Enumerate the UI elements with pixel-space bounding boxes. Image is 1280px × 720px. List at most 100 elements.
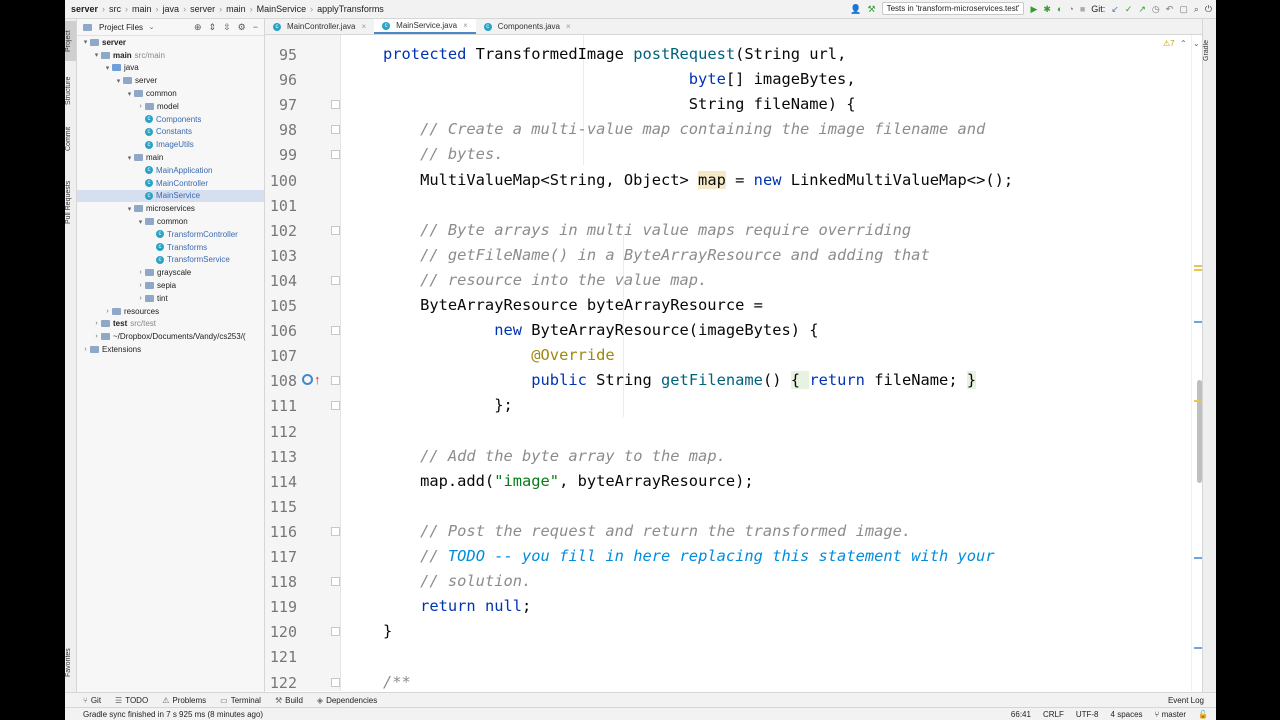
coverage-icon[interactable]: ◐ — [1057, 4, 1062, 14]
commit-check-icon[interactable]: ✓ — [1125, 4, 1133, 14]
line-number[interactable]: 102 — [265, 222, 297, 240]
code-line[interactable]: 97 String fileName) { — [265, 92, 1216, 117]
code-text[interactable]: }; — [383, 396, 513, 414]
rollback-icon[interactable]: ↶ — [1166, 4, 1174, 14]
line-number[interactable]: 96 — [265, 71, 297, 89]
code-line[interactable]: 120} — [265, 619, 1216, 644]
chevron-icon[interactable]: ▾ — [92, 51, 101, 59]
chevron-icon[interactable]: › — [92, 320, 101, 327]
code-line[interactable]: 98 // Create a multi-value map containin… — [265, 117, 1216, 142]
tool-window-button[interactable]: ⚒ Build — [275, 696, 303, 705]
code-line[interactable]: 107 @Override — [265, 343, 1216, 368]
gear-icon[interactable]: ⚙ — [238, 22, 246, 33]
fold-marker-icon[interactable] — [331, 150, 340, 160]
line-number[interactable]: 114 — [265, 473, 297, 491]
code-text[interactable]: // resource into the value map. — [383, 271, 707, 289]
user-icon[interactable]: 👤 — [850, 4, 861, 14]
code-line[interactable]: 108 ↑ public String getFilename() { retur… — [265, 368, 1216, 393]
chevron-icon[interactable]: › — [81, 346, 90, 353]
code-line[interactable]: 118 // solution. — [265, 569, 1216, 594]
tree-item[interactable]: c MainService — [77, 189, 264, 203]
fold-marker-icon[interactable] — [331, 275, 340, 285]
chevron-icon[interactable]: ▾ — [81, 38, 90, 46]
code-line[interactable]: 103 // getFileName() in a ByteArrayResou… — [265, 243, 1216, 268]
fold-marker-icon[interactable] — [331, 225, 340, 235]
tool-project[interactable]: Project — [65, 21, 76, 61]
push-icon[interactable]: ↗ — [1138, 4, 1146, 14]
line-number[interactable]: 101 — [265, 197, 297, 215]
chevron-icon[interactable]: ▾ — [136, 218, 145, 226]
tool-window-button[interactable]: ◈ Dependencies — [317, 696, 377, 705]
locate-icon[interactable]: ⊕ — [194, 22, 202, 33]
tree-item[interactable]: › model — [77, 100, 264, 113]
tree-item[interactable]: › resources — [77, 305, 264, 318]
tree-item[interactable]: ▾ server — [77, 36, 264, 49]
code-text[interactable]: @Override — [383, 346, 614, 364]
chevron-icon[interactable]: ▾ — [125, 154, 134, 162]
fold-marker-icon[interactable] — [331, 677, 340, 687]
run-icon[interactable]: ▶ — [1030, 4, 1037, 14]
code-text[interactable]: protected TransformedImage postRequest(S… — [383, 45, 846, 63]
code-line[interactable]: 115 — [265, 494, 1216, 519]
tool-window-button[interactable]: ☰ TODO — [115, 696, 148, 705]
breadcrumb-item[interactable]: MainService — [257, 4, 307, 14]
git-branch[interactable]: ⑂ master — [1155, 710, 1186, 719]
chevron-icon[interactable]: › — [136, 282, 145, 289]
profile-icon[interactable]: ◔ — [1068, 4, 1073, 14]
breadcrumb-item[interactable]: server — [71, 4, 98, 14]
line-number[interactable]: 106 — [265, 322, 297, 340]
tree-item[interactable]: ▾ microservices — [77, 202, 264, 215]
code-text[interactable]: // bytes. — [383, 145, 503, 163]
code-line[interactable]: 95 protected TransformedImage postRequest… — [265, 42, 1216, 67]
hammer-icon[interactable]: ⚒ — [868, 4, 876, 14]
line-number[interactable]: 100 — [265, 172, 297, 190]
code-line[interactable]: 116 // Post the request and return the t… — [265, 519, 1216, 544]
code-text[interactable]: } — [383, 622, 392, 640]
code-line[interactable]: 102 // Byte arrays in multi value maps r… — [265, 218, 1216, 243]
power-save-icon[interactable]: ⏻ — [1205, 4, 1212, 14]
code-text[interactable]: /** — [383, 673, 411, 691]
line-separator[interactable]: CRLF — [1043, 710, 1064, 719]
tree-item[interactable]: ▾ main — [77, 151, 264, 164]
tree-item[interactable]: c MainApplication — [77, 164, 264, 177]
fold-marker-icon[interactable] — [331, 526, 340, 536]
tree-item[interactable]: c Components — [77, 113, 264, 126]
tool-window-button[interactable]: ▭ Terminal — [220, 696, 261, 705]
breadcrumb-item[interactable]: main — [132, 4, 152, 14]
code-line[interactable]: 100 MultiValueMap<String, Object> map = … — [265, 168, 1216, 193]
chevron-up-icon[interactable]: ⌃ — [1180, 39, 1187, 48]
tree-item[interactable]: c TransformController — [77, 228, 264, 241]
code-line[interactable]: 113 // Add the byte array to the map. — [265, 444, 1216, 469]
chevron-down-icon[interactable]: ⌄ — [1193, 39, 1200, 48]
tree-item[interactable]: c ImageUtils — [77, 138, 264, 151]
code-text[interactable]: // Create a multi-value map containing t… — [383, 120, 985, 138]
code-text[interactable]: // getFileName() in a ByteArrayResource … — [383, 246, 930, 264]
breadcrumb-item[interactable]: src — [109, 4, 121, 14]
tool-pull-requests[interactable]: Pull Requests — [65, 169, 76, 235]
code-line[interactable]: 114 map.add("image", byteArrayResource); — [265, 469, 1216, 494]
code-line[interactable]: 101 — [265, 193, 1216, 218]
code-line[interactable]: 117 // TODO -- you fill in here replacin… — [265, 544, 1216, 569]
warning-indicator[interactable]: ⚠7 — [1163, 39, 1175, 48]
tree-item[interactable]: › test src/test — [77, 318, 264, 331]
indent-setting[interactable]: 4 spaces — [1111, 710, 1143, 719]
chevron-icon[interactable]: ▾ — [114, 77, 123, 85]
tree-item[interactable]: c Transforms — [77, 241, 264, 254]
tool-window-button[interactable]: ⑂ Git — [83, 696, 101, 705]
line-number[interactable]: 95 — [265, 46, 297, 64]
close-icon[interactable]: × — [361, 22, 366, 31]
tool-favorites[interactable]: Favorites — [65, 641, 76, 685]
code-line[interactable]: 96 byte[] imageBytes, — [265, 67, 1216, 92]
tree-item[interactable]: c Constants — [77, 126, 264, 139]
line-number[interactable]: 98 — [265, 121, 297, 139]
code-line[interactable]: 122 /** — [265, 670, 1216, 692]
line-number[interactable]: 111 — [265, 397, 297, 415]
project-panel-title[interactable]: Project Files — [99, 23, 143, 32]
line-number[interactable]: 108 — [265, 372, 297, 390]
code-text[interactable]: public String getFilename() { return fil… — [383, 371, 977, 390]
debug-icon[interactable]: ✱ — [1043, 4, 1051, 14]
chevron-icon[interactable]: ▾ — [103, 64, 112, 72]
fold-marker-icon[interactable] — [331, 401, 340, 411]
tree-item[interactable]: ▾ common — [77, 215, 264, 228]
collapse-all-icon[interactable]: ⇳ — [223, 22, 231, 33]
